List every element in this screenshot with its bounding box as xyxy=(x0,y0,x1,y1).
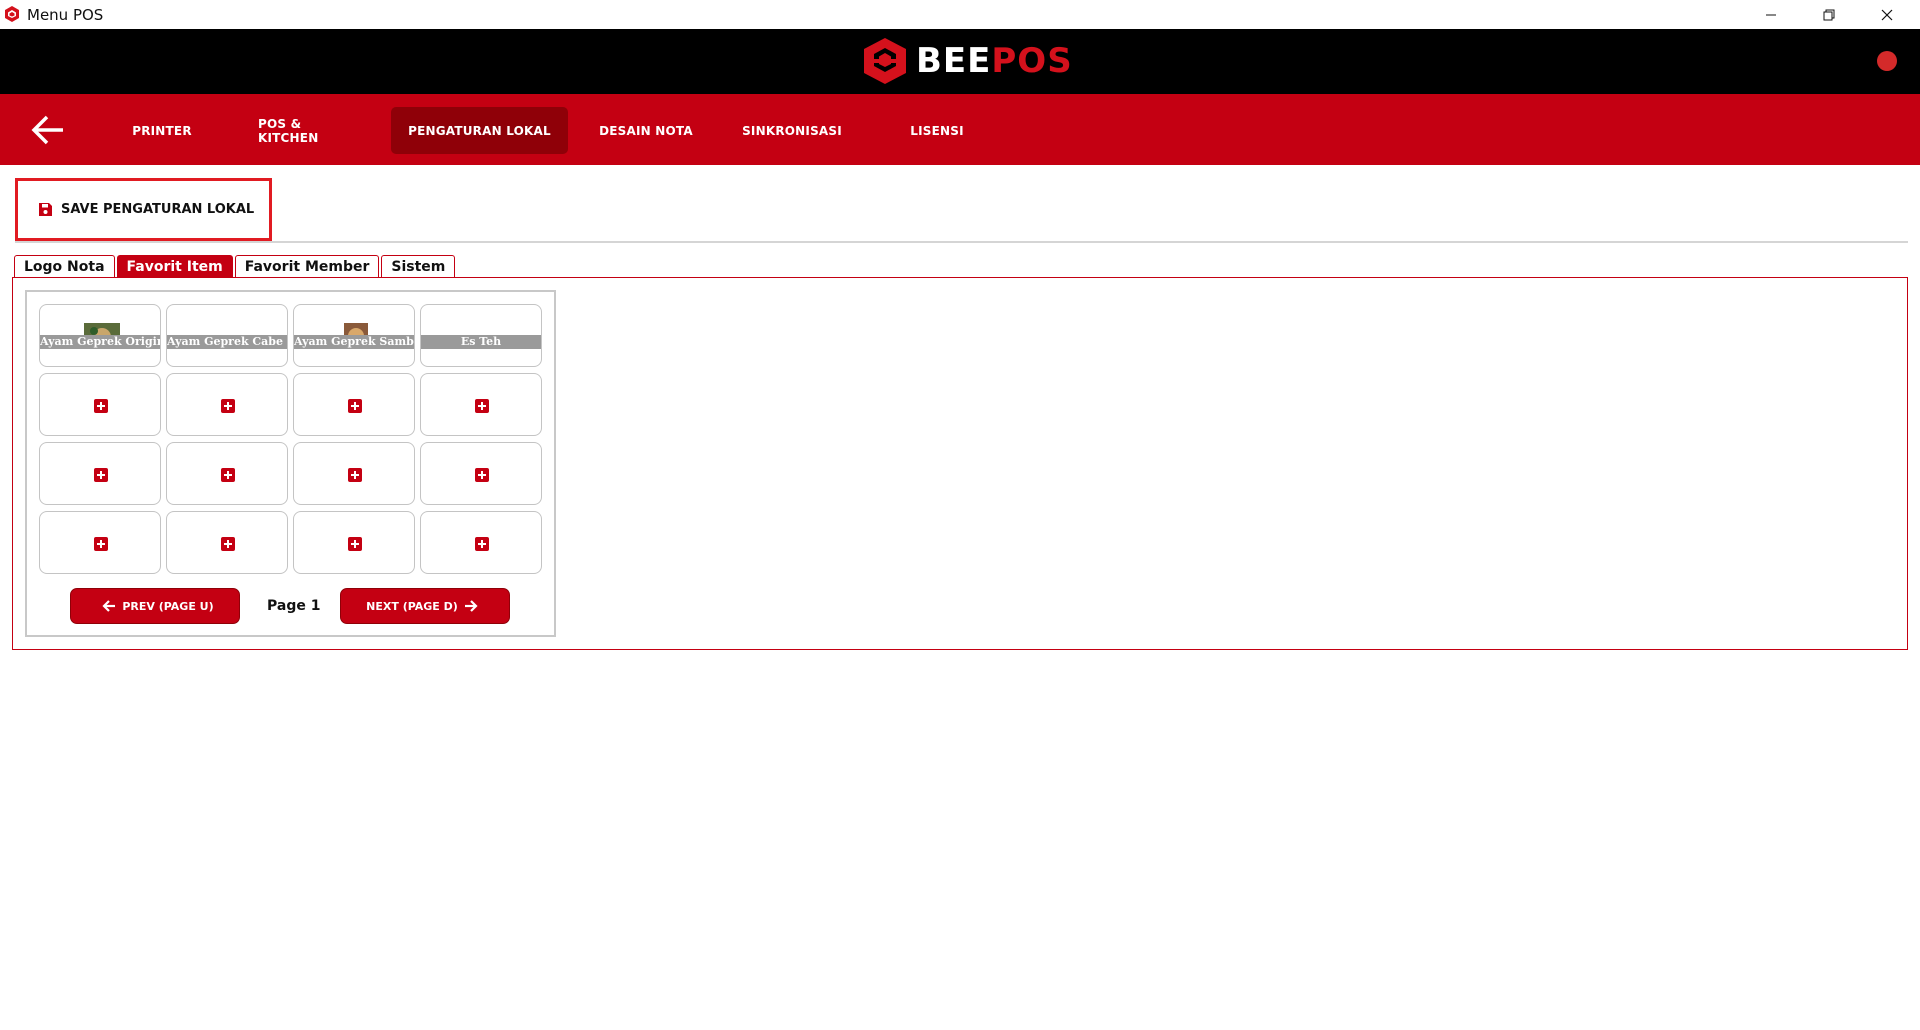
close-button[interactable] xyxy=(1858,0,1916,29)
empty-favorite-slot[interactable] xyxy=(293,511,415,574)
favorite-item-label: Ayam Geprek Sambal Matah xyxy=(294,335,414,349)
empty-favorite-slot[interactable] xyxy=(420,511,542,574)
nav-tab-desain-nota[interactable]: DESAIN NOTA xyxy=(596,107,696,154)
app-logo-icon xyxy=(5,6,19,22)
arrow-right-icon xyxy=(464,600,478,612)
add-item-icon xyxy=(221,399,235,413)
favorite-item-slot[interactable]: Es Teh xyxy=(420,304,542,367)
minimize-icon xyxy=(1766,14,1776,15)
restore-icon xyxy=(1823,9,1835,20)
save-pengaturan-lokal-button[interactable]: SAVE PENGATURAN LOKAL xyxy=(15,178,272,241)
nav-tab-printer[interactable]: PRINTER xyxy=(122,107,202,154)
prev-page-button[interactable]: PREV (PAGE U) xyxy=(70,588,240,624)
arrow-left-icon xyxy=(31,115,63,145)
favorite-item-slot[interactable]: Ayam Geprek Cabe Ijo xyxy=(166,304,288,367)
brand-bar: BEEPOS xyxy=(0,29,1920,94)
prev-page-label: PREV (PAGE U) xyxy=(122,599,214,613)
nav-tab-sinkronisasi[interactable]: SINKRONISASI xyxy=(742,107,842,154)
save-disk-icon xyxy=(38,202,53,217)
close-icon xyxy=(1881,9,1893,20)
beepos-hexagon-icon xyxy=(864,38,906,84)
empty-favorite-slot[interactable] xyxy=(420,373,542,436)
brand-name: BEEPOS xyxy=(916,41,1073,81)
brand-name-bee: BEE xyxy=(916,41,992,81)
empty-favorite-slot[interactable] xyxy=(166,442,288,505)
add-item-icon xyxy=(94,537,108,551)
back-button[interactable] xyxy=(28,111,68,149)
brand-name-pos: POS xyxy=(991,41,1073,81)
window-title: Menu POS xyxy=(27,6,104,24)
favorite-item-slot[interactable]: Ayam Geprek Sambal Matah xyxy=(293,304,415,367)
empty-favorite-slot[interactable] xyxy=(39,373,161,436)
empty-favorite-slot[interactable] xyxy=(293,442,415,505)
add-item-icon xyxy=(475,468,489,482)
page-indicator: Page 1 xyxy=(267,598,321,614)
add-item-icon xyxy=(348,468,362,482)
next-page-label: NEXT (PAGE D) xyxy=(366,599,458,613)
add-item-icon xyxy=(475,399,489,413)
nav-tab-lisensi[interactable]: LISENSI xyxy=(900,107,974,154)
empty-favorite-slot[interactable] xyxy=(166,511,288,574)
save-button-label: SAVE PENGATURAN LOKAL xyxy=(61,202,255,217)
add-item-icon xyxy=(221,537,235,551)
favorite-item-slot[interactable]: Ayam Geprek Original xyxy=(39,304,161,367)
toolbar-divider xyxy=(272,241,1908,243)
add-item-icon xyxy=(475,537,489,551)
favorite-item-label: Ayam Geprek Cabe Ijo xyxy=(167,335,287,349)
add-item-icon xyxy=(94,399,108,413)
favorite-item-label: Ayam Geprek Original xyxy=(40,335,160,349)
brand-logo: BEEPOS xyxy=(862,37,1073,85)
tab-logo-nota[interactable]: Logo Nota xyxy=(14,255,115,277)
favorite-item-label: Es Teh xyxy=(421,335,541,349)
tab-favorit-item[interactable]: Favorit Item xyxy=(116,255,233,277)
settings-subtabs: Logo Nota Favorit Item Favorit Member Si… xyxy=(14,255,457,277)
next-page-button[interactable]: NEXT (PAGE D) xyxy=(340,588,510,624)
nav-tab-pengaturan-lokal[interactable]: PENGATURAN LOKAL xyxy=(391,107,568,154)
settings-nav: PRINTER POS & KITCHEN PENGATURAN LOKAL D… xyxy=(0,94,1920,165)
empty-favorite-slot[interactable] xyxy=(39,442,161,505)
toolbar-divider-left xyxy=(15,241,272,243)
minimize-button[interactable] xyxy=(1742,0,1800,29)
add-item-icon xyxy=(348,399,362,413)
empty-favorite-slot[interactable] xyxy=(293,373,415,436)
empty-favorite-slot[interactable] xyxy=(166,373,288,436)
add-item-icon xyxy=(348,537,362,551)
connection-status-indicator xyxy=(1877,51,1897,71)
add-item-icon xyxy=(94,468,108,482)
arrow-left-icon xyxy=(102,600,116,612)
add-item-icon xyxy=(221,468,235,482)
nav-tab-pos-kitchen[interactable]: POS & KITCHEN xyxy=(258,107,364,154)
restore-button[interactable] xyxy=(1800,0,1858,29)
tab-favorit-member[interactable]: Favorit Member xyxy=(234,255,380,277)
tab-sistem[interactable]: Sistem xyxy=(381,255,456,277)
empty-favorite-slot[interactable] xyxy=(420,442,542,505)
empty-favorite-slot[interactable] xyxy=(39,511,161,574)
window-titlebar: Menu POS xyxy=(0,0,1920,29)
